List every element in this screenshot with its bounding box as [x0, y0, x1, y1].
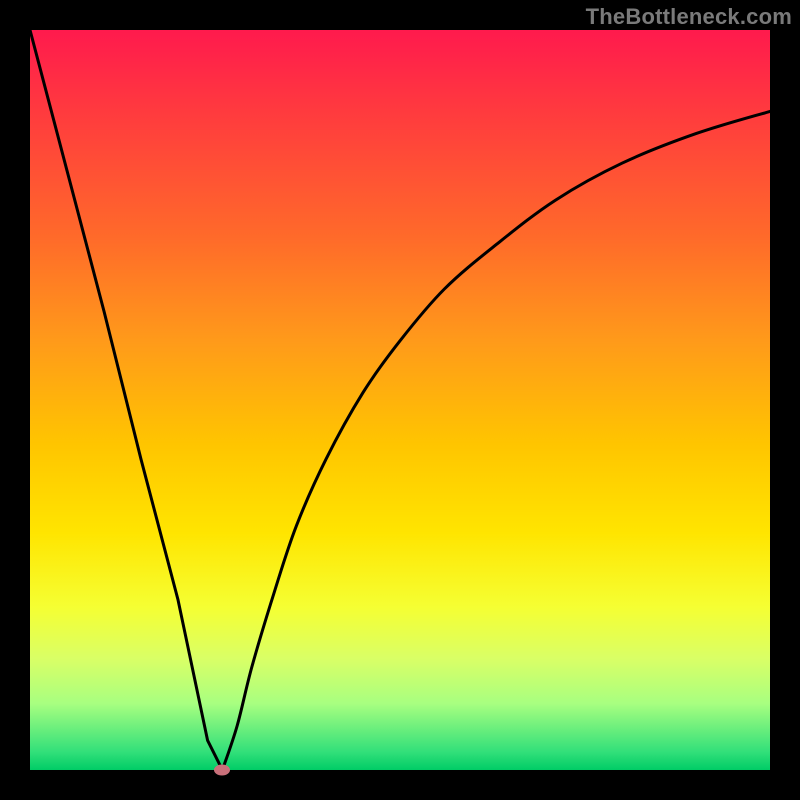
- curve-path: [30, 30, 770, 770]
- watermark-text: TheBottleneck.com: [586, 4, 792, 30]
- chart-frame: TheBottleneck.com: [0, 0, 800, 800]
- plot-area: [30, 30, 770, 770]
- bottleneck-curve: [30, 30, 770, 770]
- optimum-marker: [214, 765, 230, 776]
